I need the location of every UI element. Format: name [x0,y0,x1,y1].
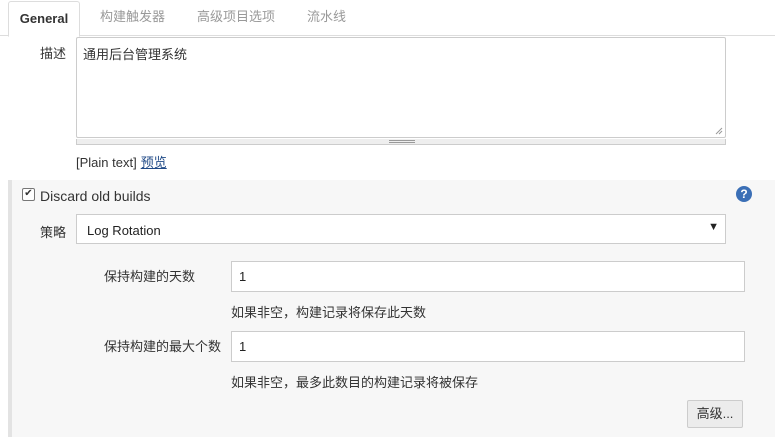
preview-link[interactable]: 预览 [141,155,167,170]
max-builds-label: 保持构建的最大个数 [104,339,222,354]
discard-builds-checkbox[interactable]: ✔ [22,188,35,201]
textarea-drag-handle[interactable] [76,139,726,145]
strategy-select[interactable]: Log Rotation ▼ [76,214,726,244]
format-row: [Plain text] 预览 [76,152,167,171]
advanced-button[interactable]: 高级... [687,400,743,428]
plain-text-label: [Plain text] [76,155,137,170]
tab-bar: General 构建触发器 高级项目选项 流水线 [0,0,775,37]
description-textarea[interactable]: 通用后台管理系统 [76,37,726,138]
max-builds-hint: 如果非空，最多此数目的构建记录将被保存 [231,375,479,390]
drag-grip-icon [389,140,415,143]
days-to-keep-input[interactable] [231,261,745,292]
tab-general[interactable]: General [8,1,80,37]
max-builds-input[interactable] [231,331,745,362]
days-to-keep-label: 保持构建的天数 [104,269,196,284]
resize-grip-icon[interactable] [715,127,723,135]
description-value: 通用后台管理系统 [83,47,188,62]
tab-build-triggers[interactable]: 构建触发器 [100,0,165,34]
caret-down-icon: ▼ [708,221,719,233]
tab-pipeline[interactable]: 流水线 [307,0,346,34]
question-circle-icon[interactable]: ? [736,186,752,202]
description-label: 描述 [40,46,67,61]
discard-builds-label[interactable]: Discard old builds [40,188,151,204]
tab-advanced-project-options[interactable]: 高级项目选项 [197,0,275,34]
strategy-selected-value: Log Rotation [87,223,161,238]
strategy-label: 策略 [40,225,67,240]
days-to-keep-hint: 如果非空，构建记录将保存此天数 [231,305,427,320]
